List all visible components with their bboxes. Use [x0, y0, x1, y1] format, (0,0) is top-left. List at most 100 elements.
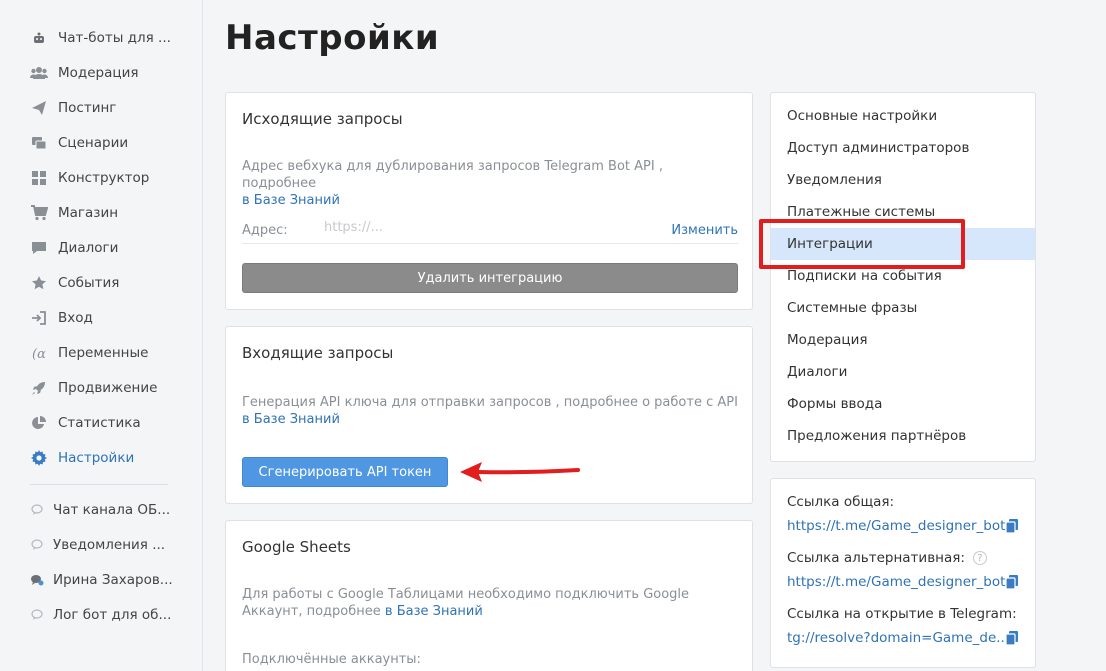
grid-icon: [30, 169, 48, 187]
card-description: Адрес вебхука для дублирования запросов …: [242, 158, 738, 209]
sidebar-item-settings[interactable]: Настройки: [30, 446, 134, 470]
menu-item-system-phrases[interactable]: Системные фразы: [771, 292, 1035, 324]
annotation-arrow-icon: [460, 462, 580, 482]
sidebar-item-label: События: [58, 275, 120, 291]
sidebar-item-statistics[interactable]: Статистика: [30, 411, 141, 435]
variable-icon: (α: [30, 344, 48, 362]
alt-link[interactable]: https://t.me/Game_designer_bot: [787, 574, 1005, 590]
sidebar-item-label: Статистика: [58, 415, 141, 431]
webhook-address-input[interactable]: [324, 220, 644, 235]
page-title: Настройки: [225, 18, 440, 58]
sidebar-item-label: Модерация: [58, 65, 139, 81]
sidebar-item-label: Переменные: [58, 345, 149, 361]
rocket-icon: [30, 379, 48, 397]
settings-menu: Основные настройки Доступ администраторо…: [770, 92, 1036, 462]
chat-bubble-icon: [30, 536, 44, 554]
sidebar-item-events[interactable]: События: [30, 271, 119, 295]
google-sheets-card: Google Sheets Для работы с Google Таблиц…: [225, 520, 753, 671]
link-label: Ссылка на открытие в Telegram:: [787, 606, 1017, 622]
sidebar-item-label: Чат-боты для ...: [58, 30, 171, 46]
sidebar-item-label: Вход: [58, 310, 93, 326]
knowledge-base-link[interactable]: в Базе Знаний: [242, 193, 340, 208]
users-icon: [30, 64, 48, 82]
bot-icon: [30, 29, 48, 47]
copy-icon[interactable]: [1004, 574, 1020, 590]
sidebar-item-scenarios[interactable]: Сценарии: [30, 131, 128, 155]
sidebar-item-login[interactable]: Вход: [30, 306, 93, 330]
description-text: Генерация API ключа для отправки запросо…: [242, 395, 738, 410]
knowledge-base-link[interactable]: в Базе Знаний: [242, 412, 340, 427]
copy-icon[interactable]: [1004, 630, 1020, 646]
sidebar-item-promotion[interactable]: Продвижение: [30, 376, 157, 400]
menu-item-basic[interactable]: Основные настройки: [771, 100, 1035, 132]
menu-item-partner-offers[interactable]: Предложения партнёров: [771, 420, 1035, 452]
card-title: Исходящие запросы: [242, 110, 403, 128]
sidebar-item-label: Лог бот для об...: [53, 607, 172, 623]
user-avatar-icon: [30, 571, 44, 589]
sidebar-item-label: Конструктор: [58, 170, 150, 186]
copy-icon[interactable]: [1004, 518, 1020, 534]
change-link[interactable]: Изменить: [671, 223, 738, 238]
sidebar-item-variables[interactable]: (α Переменные: [30, 341, 148, 365]
sidebar-item-posting[interactable]: Постинг: [30, 96, 116, 120]
sidebar-channel-item[interactable]: Уведомления ...: [30, 533, 165, 557]
sidebar-item-bots[interactable]: Чат-боты для ...: [30, 26, 171, 50]
menu-item-dialogs[interactable]: Диалоги: [771, 356, 1035, 388]
card-description: Генерация API ключа для отправки запросо…: [242, 394, 738, 428]
sidebar-divider: [30, 484, 168, 485]
card-title: Google Sheets: [242, 538, 351, 556]
menu-item-input-forms[interactable]: Формы ввода: [771, 388, 1035, 420]
alt-link-label: Ссылка альтернативная:: [787, 550, 965, 566]
knowledge-base-link[interactable]: в Базе Знаний: [385, 604, 483, 619]
sidebar-item-label: Диалоги: [58, 240, 119, 256]
svg-text:(α: (α: [32, 347, 46, 361]
input-underline: [242, 243, 738, 244]
sidebar-item-label: Уведомления ...: [53, 537, 166, 553]
generate-api-token-button[interactable]: Сгенерировать API токен: [242, 457, 448, 487]
link-label: Ссылка альтернативная: ?: [787, 550, 987, 566]
description-text: Адрес вебхука для дублирования запросов …: [242, 159, 663, 191]
chat-bubble-icon: [30, 606, 44, 624]
menu-item-notifications[interactable]: Уведомления: [771, 164, 1035, 196]
menu-item-moderation[interactable]: Модерация: [771, 324, 1035, 356]
sidebar: Чат-боты для ... Модерация Постинг Сцена…: [0, 0, 203, 671]
link-label: Ссылка общая:: [787, 494, 895, 510]
send-icon: [30, 99, 48, 117]
delete-integration-button[interactable]: Удалить интеграцию: [242, 263, 738, 293]
sidebar-item-label: Чат канала ОБ...: [53, 502, 171, 518]
menu-item-integrations[interactable]: Интеграции: [771, 228, 1035, 260]
chat-bubble-icon: [30, 501, 44, 519]
address-label: Адрес:: [242, 223, 288, 238]
menu-item-event-subscriptions[interactable]: Подписки на события: [771, 260, 1035, 292]
gear-icon: [30, 449, 48, 467]
sidebar-item-label: Ирина Захаров...: [53, 572, 173, 588]
card-description: Для работы с Google Таблицами необходимо…: [242, 586, 738, 620]
sidebar-item-constructor[interactable]: Конструктор: [30, 166, 149, 190]
card-title: Входящие запросы: [242, 344, 394, 362]
telegram-link[interactable]: tg://resolve?domain=Game_de...: [787, 630, 1009, 646]
sidebar-item-moderation[interactable]: Модерация: [30, 61, 138, 85]
sidebar-item-label: Магазин: [58, 205, 119, 221]
sidebar-channel-item[interactable]: Лог бот для об...: [30, 603, 171, 627]
outgoing-requests-card: Исходящие запросы Адрес вебхука для дубл…: [225, 92, 753, 310]
login-icon: [30, 309, 48, 327]
cart-icon: [30, 204, 48, 222]
sidebar-channel-item[interactable]: Чат канала ОБ...: [30, 498, 170, 522]
menu-item-admin-access[interactable]: Доступ администраторов: [771, 132, 1035, 164]
sidebar-item-label: Настройки: [58, 450, 135, 466]
bot-links-card: Ссылка общая: https://t.me/Game_designer…: [770, 478, 1036, 668]
sidebar-item-dialogs[interactable]: Диалоги: [30, 236, 118, 260]
general-link[interactable]: https://t.me/Game_designer_bot: [787, 518, 1005, 534]
scenario-icon: [30, 134, 48, 152]
help-icon[interactable]: ?: [972, 551, 987, 565]
sidebar-channel-item[interactable]: Ирина Захаров...: [30, 568, 173, 592]
connected-accounts-label: Подключённые аккаунты:: [242, 652, 421, 667]
sidebar-item-label: Постинг: [58, 100, 117, 116]
sidebar-item-label: Продвижение: [58, 380, 158, 396]
sidebar-item-label: Сценарии: [58, 135, 129, 151]
chat-icon: [30, 239, 48, 257]
sidebar-item-shop[interactable]: Магазин: [30, 201, 118, 225]
star-icon: [30, 274, 48, 292]
pie-chart-icon: [30, 414, 48, 432]
menu-item-payments[interactable]: Платежные системы: [771, 196, 1035, 228]
